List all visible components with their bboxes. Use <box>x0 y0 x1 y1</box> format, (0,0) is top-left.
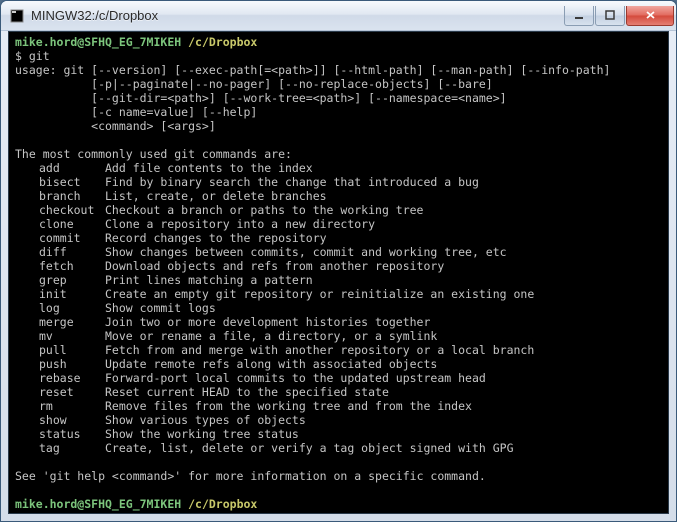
command-row: tagCreate, list, delete or verify a tag … <box>15 441 662 455</box>
command-name: branch <box>15 189 105 203</box>
command-name: diff <box>15 245 105 259</box>
command-desc: Forward-port local commits to the update… <box>105 371 486 385</box>
command-desc: Record changes to the repository <box>105 231 327 245</box>
command-line: $ git <box>15 49 662 63</box>
prompt-path: /c/Dropbox <box>188 497 257 511</box>
command-row: checkoutCheckout a branch or paths to th… <box>15 203 662 217</box>
command-desc: Join two or more development histories t… <box>105 315 430 329</box>
minimize-icon <box>574 10 584 20</box>
command-name: show <box>15 413 105 427</box>
command-name: add <box>15 161 105 175</box>
prompt-path: /c/Dropbox <box>188 35 257 49</box>
command-row: resetReset current HEAD to the specified… <box>15 385 662 399</box>
command-row: commitRecord changes to the repository <box>15 231 662 245</box>
command-name: pull <box>15 343 105 357</box>
command-name: commit <box>15 231 105 245</box>
usage-line: <command> [<args>] <box>15 119 662 133</box>
command-row: bisectFind by binary search the change t… <box>15 175 662 189</box>
command-name: grep <box>15 273 105 287</box>
command-row: mergeJoin two or more development histor… <box>15 315 662 329</box>
command-row: diffShow changes between commits, commit… <box>15 245 662 259</box>
minimize-button[interactable] <box>564 6 594 26</box>
command-name: tag <box>15 441 105 455</box>
command-desc: Move or rename a file, a directory, or a… <box>105 329 437 343</box>
command-name: log <box>15 301 105 315</box>
command-line: $ <box>15 511 662 514</box>
command-desc: Fetch from and merge with another reposi… <box>105 343 534 357</box>
command-desc: Create an empty git repository or reinit… <box>105 287 534 301</box>
prompt-user: mike.hord@SFHQ_EG_7MIKEH <box>15 497 181 511</box>
titlebar[interactable]: MINGW32:/c/Dropbox <box>1 1 676 31</box>
command-row: logShow commit logs <box>15 301 662 315</box>
command-desc: Create, list, delete or verify a tag obj… <box>105 441 514 455</box>
command-desc: Checkout a branch or paths to the workin… <box>105 203 424 217</box>
command-desc: Show changes between commits, commit and… <box>105 245 507 259</box>
command-row: cloneClone a repository into a new direc… <box>15 217 662 231</box>
usage-line: [-p|--paginate|--no-pager] [--no-replace… <box>15 77 662 91</box>
command-row: showShow various types of objects <box>15 413 662 427</box>
usage-line: [-c name=value] [--help] <box>15 105 662 119</box>
command-row: mvMove or rename a file, a directory, or… <box>15 329 662 343</box>
command-row: addAdd file contents to the index <box>15 161 662 175</box>
command-list: addAdd file contents to the indexbisectF… <box>15 161 662 455</box>
command-row: initCreate an empty git repository or re… <box>15 287 662 301</box>
close-icon <box>645 10 656 20</box>
mingw-window: MINGW32:/c/Dropbox mike.hord@SFHQ_EG_7MI… <box>0 0 677 522</box>
command-desc: Update remote refs along with associated… <box>105 357 437 371</box>
usage-line: usage: git [--version] [--exec-path[=<pa… <box>15 63 662 77</box>
prompt-user: mike.hord@SFHQ_EG_7MIKEH <box>15 35 181 49</box>
command-name: bisect <box>15 175 105 189</box>
command-name: checkout <box>15 203 105 217</box>
command-name: push <box>15 357 105 371</box>
command-desc: Add file contents to the index <box>105 161 313 175</box>
typed-command: git <box>29 49 50 63</box>
command-desc: Download objects and refs from another r… <box>105 259 444 273</box>
command-row: branchList, create, or delete branches <box>15 189 662 203</box>
command-desc: Print lines matching a pattern <box>105 273 313 287</box>
command-name: init <box>15 287 105 301</box>
maximize-button[interactable] <box>595 6 625 26</box>
command-name: fetch <box>15 259 105 273</box>
command-desc: Reset current HEAD to the specified stat… <box>105 385 389 399</box>
footer-help: See 'git help <command>' for more inform… <box>15 469 662 483</box>
terminal-output[interactable]: mike.hord@SFHQ_EG_7MIKEH /c/Dropbox $ gi… <box>8 31 669 514</box>
command-name: rm <box>15 399 105 413</box>
command-name: merge <box>15 315 105 329</box>
command-desc: List, create, or delete branches <box>105 189 327 203</box>
command-desc: Remove files from the working tree and f… <box>105 399 472 413</box>
command-desc: Show the working tree status <box>105 427 299 441</box>
command-row: pullFetch from and merge with another re… <box>15 343 662 357</box>
command-row: rmRemove files from the working tree and… <box>15 399 662 413</box>
command-row: pushUpdate remote refs along with associ… <box>15 357 662 371</box>
usage-line: [--git-dir=<path>] [--work-tree=<path>] … <box>15 91 662 105</box>
prompt-line: mike.hord@SFHQ_EG_7MIKEH /c/Dropbox <box>15 497 662 511</box>
close-button[interactable] <box>626 6 674 26</box>
command-desc: Show various types of objects <box>105 413 306 427</box>
prompt-line: mike.hord@SFHQ_EG_7MIKEH /c/Dropbox <box>15 35 662 49</box>
command-desc: Show commit logs <box>105 301 216 315</box>
command-name: rebase <box>15 371 105 385</box>
app-icon <box>9 8 25 24</box>
command-row: fetchDownload objects and refs from anot… <box>15 259 662 273</box>
command-name: status <box>15 427 105 441</box>
window-controls <box>564 6 674 26</box>
command-name: reset <box>15 385 105 399</box>
prompt-symbol: $ <box>15 49 22 63</box>
command-desc: Find by binary search the change that in… <box>105 175 479 189</box>
prompt-symbol: $ <box>15 511 22 514</box>
command-row: grepPrint lines matching a pattern <box>15 273 662 287</box>
common-heading: The most commonly used git commands are: <box>15 147 662 161</box>
window-title: MINGW32:/c/Dropbox <box>31 8 564 23</box>
command-desc: Clone a repository into a new directory <box>105 217 375 231</box>
command-name: clone <box>15 217 105 231</box>
command-name: mv <box>15 329 105 343</box>
maximize-icon <box>605 10 615 20</box>
command-row: statusShow the working tree status <box>15 427 662 441</box>
command-row: rebaseForward-port local commits to the … <box>15 371 662 385</box>
